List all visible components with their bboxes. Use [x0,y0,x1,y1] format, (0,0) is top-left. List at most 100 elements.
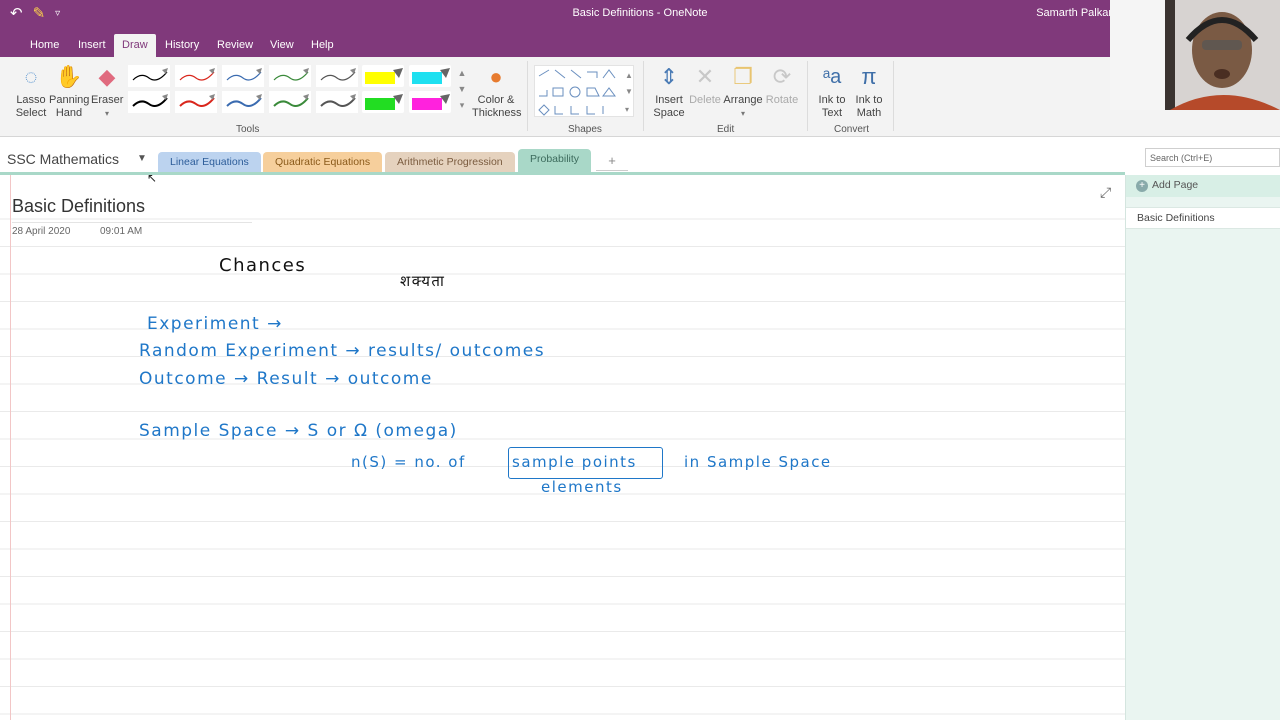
ribbon-separator [643,61,644,131]
expand-icon[interactable]: ⤢ [1100,184,1111,201]
shapes-gallery-icons: ▲ ▼ ▾ [538,69,633,116]
highlighter-swatch[interactable] [409,65,451,87]
pen-swatch[interactable] [316,91,358,113]
tab-review[interactable]: Review [209,34,261,57]
pen-swatch[interactable] [316,65,358,87]
eraser-label: Eraser [91,94,124,106]
tools-group-label: Tools [236,124,260,135]
title-underline [12,222,252,223]
tab-help[interactable]: Help [303,34,342,57]
panning-hand-button[interactable]: ✋ Panning Hand [49,64,89,120]
convert-group-label: Convert [834,124,870,135]
eraser-icon: ◆ [98,64,116,89]
lasso-select-label: Lasso Select [15,94,47,119]
search-input[interactable]: Search (Ctrl+E) [1145,148,1280,167]
webcam-presenter-image [1110,0,1280,110]
ribbon-separator [893,61,894,131]
svg-text:▲: ▲ [625,71,633,80]
tab-home[interactable]: Home [22,34,67,57]
note-page[interactable]: Basic Definitions 28 April 2020 09:01 AM… [0,175,1125,720]
ink-random-experiment: Random Experiment → results/ outcomes [139,341,546,361]
tab-view[interactable]: View [262,34,302,57]
section-tab-arithmetic-progression[interactable]: Arithmetic Progression [385,152,515,173]
edit-group-label: Edit [717,124,735,135]
section-tab-quadratic-equations[interactable]: Quadratic Equations [263,152,383,173]
highlighter-swatch[interactable] [409,91,451,113]
rotate-label: Rotate [765,94,799,106]
page-list-pane: + Add Page Basic Definitions [1125,175,1280,720]
ink-hindi-word: शक्यता [400,272,446,290]
ink-to-math-button[interactable]: π Ink to Math [852,64,886,120]
pen-gallery-scroll[interactable]: ▲ ▼ ▾ [456,65,468,115]
add-section-button[interactable]: + [596,153,628,171]
eraser-button[interactable]: ◆ Eraser ▾ [91,64,123,120]
pi-icon: π [861,64,877,89]
user-name[interactable]: Samarth Palkar [1036,7,1112,19]
tab-insert[interactable]: Insert [70,34,114,57]
add-page-button[interactable]: + Add Page [1126,175,1280,197]
gallery-more-icon[interactable]: ▾ [456,97,468,113]
delete-button[interactable]: ✕ Delete [688,64,722,107]
page-margin-line [10,175,11,720]
plus-icon: + [1136,180,1148,192]
ribbon-tabs: Home Insert Draw History Review View Hel… [0,28,1280,57]
highlighter-swatch[interactable] [362,91,404,113]
ink-to-text-button[interactable]: ᵃa Ink to Text [815,64,849,120]
page-list-item[interactable]: Basic Definitions [1126,207,1280,229]
delete-label: Delete [689,94,721,106]
ink-to-math-label: Ink to Math [855,94,883,119]
ink-to-text-label: Ink to Text [818,94,846,119]
add-page-label: Add Page [1152,179,1199,191]
ink-sample-space: Sample Space → S or Ω (omega) [139,421,458,441]
pen-swatch[interactable] [269,65,311,87]
notebook-dropdown-icon[interactable]: ▼ [137,153,147,164]
shapes-gallery[interactable]: ▲ ▼ ▾ [534,65,634,117]
shapes-group-label: Shapes [568,124,602,135]
eraser-caret-icon[interactable]: ▾ [91,107,123,120]
pen-swatch[interactable] [128,91,170,113]
svg-text:▼: ▼ [625,87,633,96]
tab-draw[interactable]: Draw [114,34,156,57]
color-thickness-button[interactable]: ● Color & Thickness [472,64,522,120]
insert-space-label: Insert Space [653,94,685,119]
ink-n-of-s: n(S) = no. of [351,453,466,471]
color-wheel-icon: ● [489,64,503,89]
tab-history[interactable]: History [157,34,207,57]
section-tab-linear-equations[interactable]: Linear Equations [158,152,261,173]
scroll-up-icon[interactable]: ▲ [456,65,468,81]
pen-swatch[interactable] [128,65,170,87]
insert-space-icon: ⇕ [659,64,679,89]
page-date: 28 April 2020 [12,226,71,237]
page-time: 09:01 AM [100,226,143,237]
ink-sample-points: sample points [512,453,637,471]
ribbon-separator [527,61,528,131]
arrange-icon: ❐ [733,64,753,89]
ink-outcome: Outcome → Result → outcome [139,369,433,389]
scroll-down-icon[interactable]: ▼ [456,81,468,97]
arrange-caret-icon[interactable]: ▾ [723,107,763,120]
pen-swatch[interactable] [222,91,264,113]
pen-swatch[interactable] [175,91,217,113]
rotate-button[interactable]: ⟳ Rotate [765,64,799,107]
section-tab-probability[interactable]: Probability [518,149,592,173]
lasso-select-button[interactable]: ◌ Lasso Select [14,64,48,120]
ink-to-text-icon: ᵃa [822,66,842,88]
lasso-icon: ◌ [24,64,38,89]
notebook-name[interactable]: SSC Mathematics [7,151,119,167]
insert-space-button[interactable]: ⇕ Insert Space [652,64,686,120]
pen-swatch[interactable] [269,91,311,113]
pen-swatch[interactable] [222,65,264,87]
section-tabs-bar: SSC Mathematics ▼ Linear Equations Quadr… [0,147,1125,175]
ribbon-separator [807,61,808,131]
svg-text:▾: ▾ [625,105,629,114]
hand-icon: ✋ [55,64,83,89]
page-title[interactable]: Basic Definitions [12,196,152,217]
webcam-overlay [1110,0,1280,110]
highlighter-swatch[interactable] [362,65,404,87]
ribbon: ◌ Lasso Select ✋ Panning Hand ◆ Eraser ▾… [0,57,1280,137]
arrange-button[interactable]: ❐ Arrange ▾ [723,64,763,120]
rotate-icon: ⟳ [772,64,792,89]
pen-swatch[interactable] [175,65,217,87]
ink-in-sample-space: in Sample Space [684,453,832,471]
delete-x-icon: ✕ [695,64,715,89]
